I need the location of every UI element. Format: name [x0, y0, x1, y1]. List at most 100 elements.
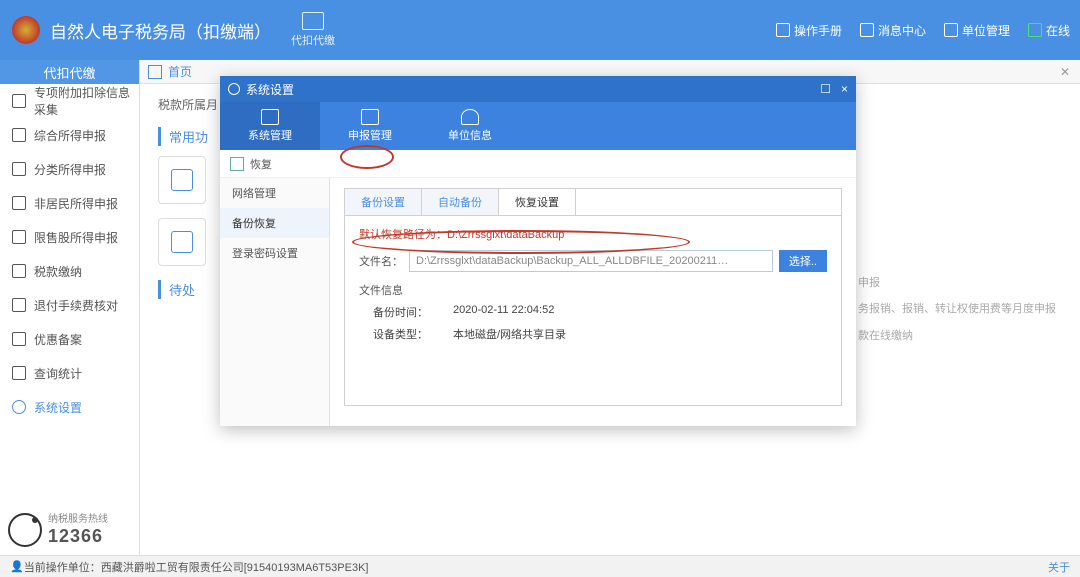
link-online-label: 在线	[1046, 22, 1070, 39]
hotline: 纳税服务热线 12366	[8, 513, 108, 547]
sidebar-item-label: 优惠备案	[34, 331, 82, 348]
restore-icon	[230, 157, 244, 171]
lock-icon	[261, 109, 279, 125]
file-path-input[interactable]	[409, 250, 773, 272]
right-hints: 申报 务报销、报销、转让权使用费等月度申报 款在线缴纳	[858, 270, 1056, 349]
gear-icon	[12, 400, 26, 414]
dialog-body: 网络管理 备份恢复 登录密码设置 备份设置 自动备份 恢复设置 默认恢复路径为：…	[220, 178, 856, 426]
star-icon	[12, 332, 26, 346]
link-messages[interactable]: 消息中心	[860, 22, 926, 39]
chart-icon	[12, 230, 26, 244]
app-header: 自然人电子税务局（扣缴端） 代扣代缴 操作手册 消息中心 单位管理 在线	[0, 0, 1080, 60]
sidebar-item-nonresident[interactable]: 非居民所得申报	[0, 186, 139, 220]
link-manual-label: 操作手册	[794, 22, 842, 39]
toolbar-label: 系统管理	[248, 127, 292, 143]
current-unit-prefix: 当前操作单位：	[24, 559, 101, 575]
sidebar-header: 代扣代缴	[0, 60, 139, 84]
header-mode-tab[interactable]: 代扣代缴	[291, 12, 335, 48]
doc-icon	[12, 128, 26, 142]
tab-restore-settings[interactable]: 恢复设置	[499, 189, 576, 215]
sidebar-item-query[interactable]: 查询统计	[0, 356, 139, 390]
user-icon: 👤	[10, 560, 24, 573]
dialog-content: 备份设置 自动备份 恢复设置 默认恢复路径为：D:\Zrrssglxt\data…	[330, 178, 856, 426]
hint-text: 款在线缴纳	[858, 323, 1056, 349]
sidebar-item-label: 非居民所得申报	[34, 195, 118, 212]
toolbar-system-manage[interactable]: 系统管理	[220, 102, 320, 150]
dialog-maximize-icon[interactable]: ☐	[820, 82, 831, 96]
hint-text: 务报销、报销、转让权使用费等月度申报	[858, 296, 1056, 322]
sidebar-item-label: 综合所得申报	[34, 127, 106, 144]
inner-tabs: 备份设置 自动备份 恢复设置	[344, 188, 842, 216]
sidebar-item-label: 限售股所得申报	[34, 229, 118, 246]
dialog-subaction-bar: 恢复	[220, 150, 856, 178]
dialog-toolbar: 系统管理 申报管理 单位信息	[220, 102, 856, 150]
device-type-label: 设备类型：	[373, 326, 453, 342]
side-item-backup-restore[interactable]: 备份恢复	[220, 208, 329, 238]
book-icon	[776, 23, 790, 37]
about-link[interactable]: 关于	[1048, 559, 1070, 575]
form-icon	[12, 94, 26, 108]
sidebar-item-label: 系统设置	[34, 399, 82, 416]
settings-dialog: 系统设置 ☐ × 系统管理 申报管理 单位信息 恢复 网络管理 备份恢复 登录密…	[220, 76, 856, 426]
tile-shortcut-2[interactable]	[158, 218, 206, 266]
default-path-label: 默认恢复路径为：D:\Zrrssglxt\dataBackup	[359, 226, 827, 242]
sidebar-item-preferential[interactable]: 优惠备案	[0, 322, 139, 356]
tab-close-icon[interactable]: ✕	[1060, 65, 1070, 79]
sidebar-item-label: 查询统计	[34, 365, 82, 382]
sidebar-item-label: 税款缴纳	[34, 263, 82, 280]
gear-icon	[228, 83, 240, 95]
dialog-close-icon[interactable]: ×	[841, 82, 848, 96]
sidebar-item-restricted[interactable]: 限售股所得申报	[0, 220, 139, 254]
side-item-network[interactable]: 网络管理	[220, 178, 329, 208]
toolbar-unit-info[interactable]: 单位信息	[420, 102, 520, 150]
sidebar-item-label: 专项附加扣除信息采集	[34, 84, 139, 118]
hotline-icon	[8, 513, 42, 547]
side-item-password[interactable]: 登录密码设置	[220, 238, 329, 268]
sidebar-item-tax-payment[interactable]: 税款缴纳	[0, 254, 139, 288]
toolbar-label: 单位信息	[448, 127, 492, 143]
file-info-header: 文件信息	[359, 282, 827, 298]
device-type-value: 本地磁盘/网络共享目录	[453, 326, 566, 342]
backup-time-label: 备份时间：	[373, 304, 453, 320]
sidebar-item-label: 分类所得申报	[34, 161, 106, 178]
wallet-icon	[302, 12, 324, 30]
hotline-number: 12366	[48, 526, 108, 547]
sidebar: 代扣代缴 专项附加扣除信息采集 综合所得申报 分类所得申报 非居民所得申报 限售…	[0, 60, 140, 555]
link-units[interactable]: 单位管理	[944, 22, 1010, 39]
dialog-side-nav: 网络管理 备份恢复 登录密码设置	[220, 178, 330, 426]
hint-text: 申报	[858, 270, 1056, 296]
app-title: 自然人电子税务局（扣缴端）	[50, 18, 271, 43]
sidebar-item-label: 退付手续费核对	[34, 297, 118, 314]
browse-button[interactable]: 选择..	[779, 250, 827, 272]
link-units-label: 单位管理	[962, 22, 1010, 39]
edit-icon	[171, 231, 193, 253]
report-icon	[361, 109, 379, 125]
sidebar-item-refund[interactable]: 退付手续费核对	[0, 288, 139, 322]
link-online[interactable]: 在线	[1028, 22, 1070, 39]
header-right: 操作手册 消息中心 单位管理 在线	[776, 22, 1070, 39]
header-mode-label: 代扣代缴	[291, 32, 335, 48]
dialog-titlebar: 系统设置 ☐ ×	[220, 76, 856, 102]
link-manual[interactable]: 操作手册	[776, 22, 842, 39]
current-unit-value: 西藏洪爵啦工贸有限责任公司[91540193MA6T53PE3K]	[101, 559, 369, 575]
tile-shortcut-1[interactable]	[158, 156, 206, 204]
doc-icon	[12, 196, 26, 210]
toolbar-declare-manage[interactable]: 申报管理	[320, 102, 420, 150]
wallet-icon	[12, 264, 26, 278]
file-label: 文件名：	[359, 253, 403, 269]
hotline-caption: 纳税服务热线	[48, 514, 108, 526]
list-icon	[944, 23, 958, 37]
dialog-title: 系统设置	[246, 81, 294, 98]
tab-backup-settings[interactable]: 备份设置	[345, 189, 422, 215]
sidebar-item-comprehensive[interactable]: 综合所得申报	[0, 118, 139, 152]
restore-pane: 默认恢复路径为：D:\Zrrssglxt\dataBackup 文件名： 选择.…	[344, 216, 842, 406]
tab-home[interactable]: 首页	[168, 63, 192, 80]
mail-icon	[860, 23, 874, 37]
sidebar-item-special-deduction[interactable]: 专项附加扣除信息采集	[0, 84, 139, 118]
people-icon	[461, 109, 479, 125]
sidebar-item-classified[interactable]: 分类所得申报	[0, 152, 139, 186]
tab-auto-backup[interactable]: 自动备份	[422, 189, 499, 215]
subaction-restore[interactable]: 恢复	[250, 156, 272, 172]
sidebar-item-system-settings[interactable]: 系统设置	[0, 390, 139, 424]
toolbar-label: 申报管理	[348, 127, 392, 143]
